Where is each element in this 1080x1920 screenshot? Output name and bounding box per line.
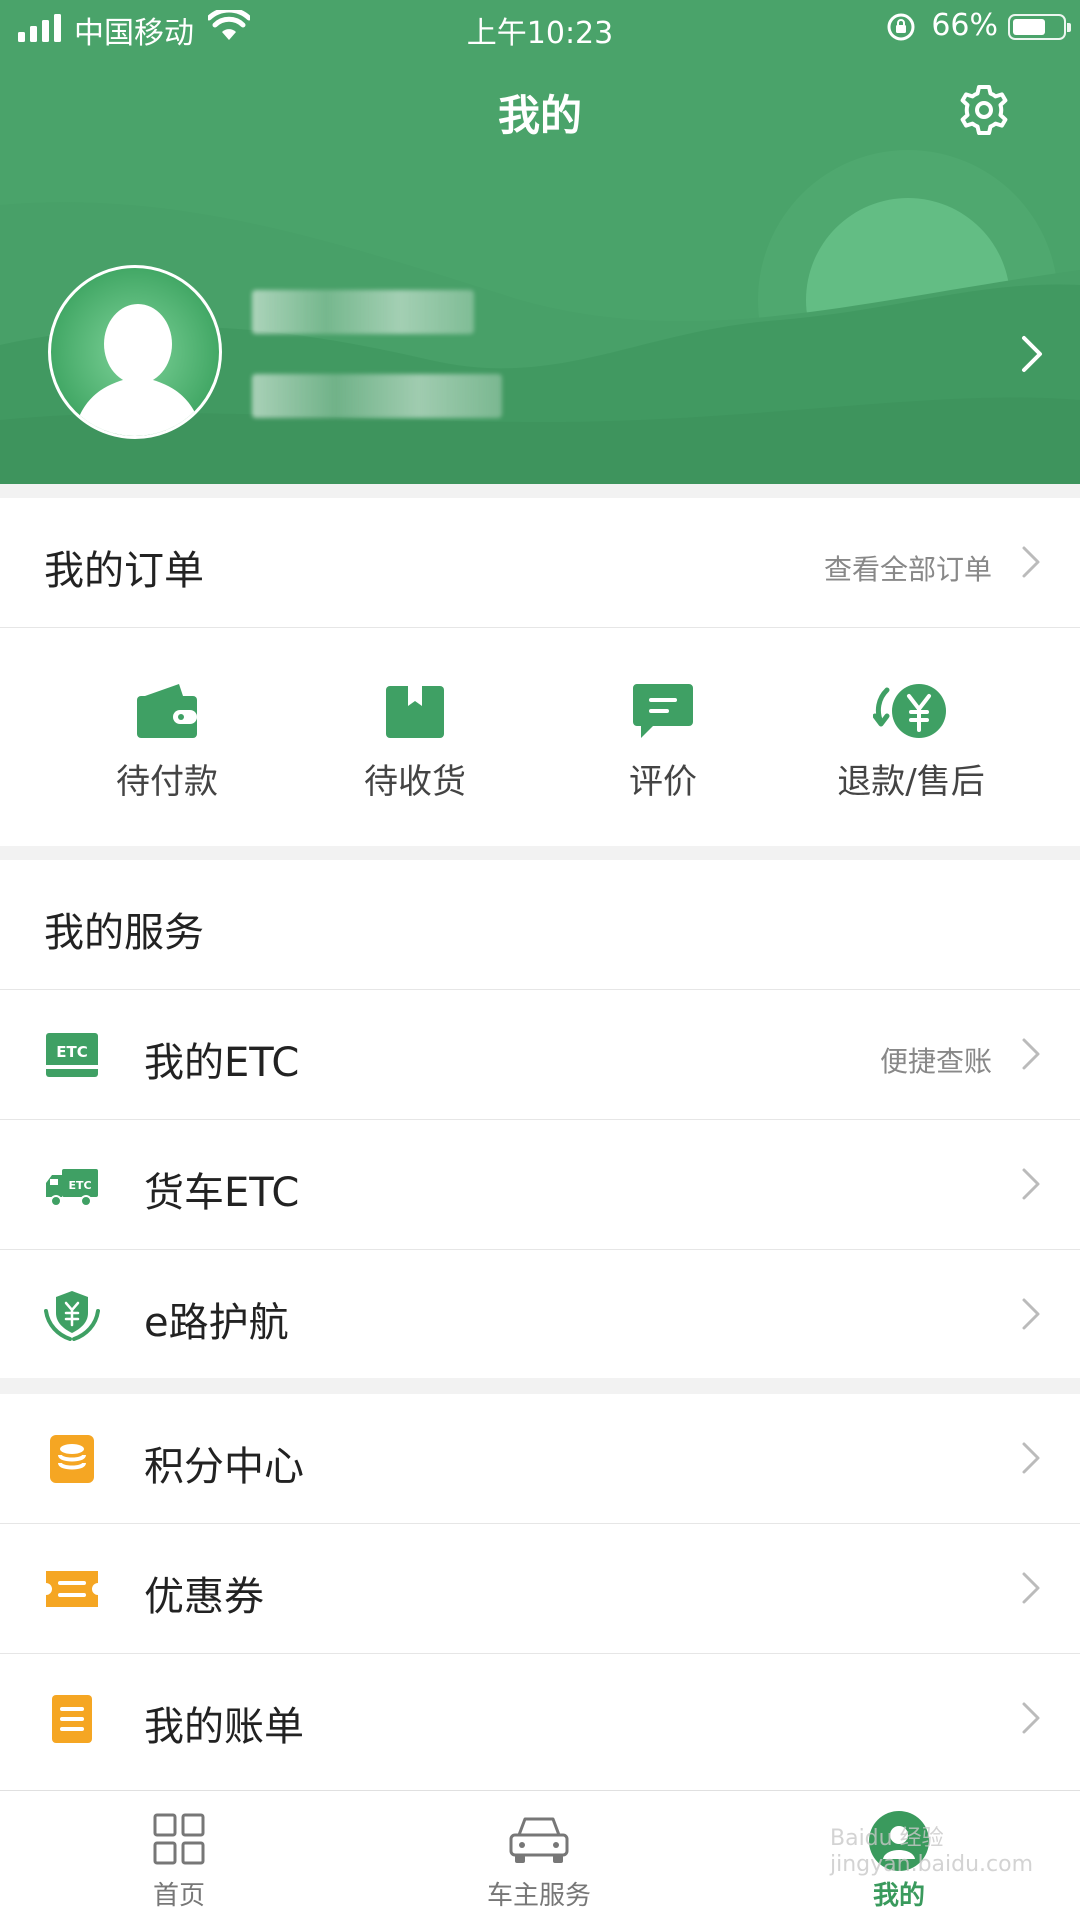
tab-owner-services[interactable]: 车主服务 xyxy=(439,1791,639,1920)
row-label: 优惠券 xyxy=(144,1574,264,1620)
profile-header: 中国移动 上午10:23 66% 我的 xyxy=(0,0,1080,484)
comment-icon xyxy=(633,684,693,738)
order-item-label: 待收货 xyxy=(364,762,466,802)
coupon-icon xyxy=(46,1571,98,1607)
divider xyxy=(0,627,1080,628)
profile-chevron-right-icon[interactable] xyxy=(1018,334,1046,374)
row-coupons[interactable]: 优惠券 xyxy=(0,1524,1080,1654)
service-row-truck-etc[interactable]: ETC 货车ETC xyxy=(0,1120,1080,1250)
default-user-silhouette-icon xyxy=(73,304,203,436)
service-label: 我的ETC xyxy=(144,1040,300,1086)
coins-icon xyxy=(50,1435,94,1483)
username-blurred xyxy=(252,290,474,334)
order-review[interactable]: 评价 xyxy=(539,682,787,803)
row-label: 我的账单 xyxy=(144,1704,304,1750)
status-bar: 中国移动 上午10:23 66% xyxy=(0,0,1080,56)
service-label: e路护航 xyxy=(144,1300,289,1346)
car-icon xyxy=(509,1817,569,1863)
row-label: 积分中心 xyxy=(144,1444,304,1490)
page-title: 我的 xyxy=(497,91,582,140)
avatar[interactable] xyxy=(48,265,222,439)
order-pending-payment[interactable]: 待付款 xyxy=(43,682,291,803)
phone-number-blurred xyxy=(252,374,502,418)
service-note: 便捷查账 xyxy=(879,1045,992,1078)
battery-percentage: 66% xyxy=(931,8,998,43)
order-item-label: 退款/售后 xyxy=(837,762,985,802)
chevron-right-icon xyxy=(1022,1702,1040,1734)
battery-icon xyxy=(1008,14,1071,40)
etc-card-icon: ETC xyxy=(46,1033,98,1077)
chevron-right-icon[interactable] xyxy=(1020,544,1042,580)
svg-text:ETC: ETC xyxy=(56,1043,88,1061)
tab-label: 首页 xyxy=(152,1881,205,1911)
tab-home[interactable]: 首页 xyxy=(79,1791,279,1920)
settings-gear-icon[interactable] xyxy=(958,84,1010,136)
refund-icon xyxy=(873,684,946,738)
orders-title: 我的订单 xyxy=(44,548,204,594)
tab-label: 我的 xyxy=(872,1881,925,1911)
order-pending-receipt[interactable]: 待收货 xyxy=(291,682,539,803)
row-my-bills[interactable]: 我的账单 xyxy=(0,1654,1080,1784)
truck-etc-icon: ETC xyxy=(46,1169,98,1207)
shield-hands-icon xyxy=(44,1291,100,1341)
service-row-my-etc[interactable]: ETC 我的ETC 便捷查账 xyxy=(0,990,1080,1120)
chevron-right-icon xyxy=(1022,1038,1040,1070)
wallet-icon xyxy=(137,684,197,738)
view-all-orders-link[interactable]: 查看全部订单 xyxy=(824,548,992,588)
row-points-center[interactable]: 积分中心 xyxy=(0,1394,1080,1524)
order-refund-aftersale[interactable]: 退款/售后 xyxy=(787,682,1035,803)
service-row-e-road-escort[interactable]: e路护航 xyxy=(0,1250,1080,1380)
chevron-right-icon xyxy=(1022,1298,1040,1330)
chevron-right-icon xyxy=(1022,1168,1040,1200)
status-time: 上午10:23 xyxy=(466,16,614,51)
chevron-right-icon xyxy=(1022,1442,1040,1474)
watermark: Baidu 经验 jingyan.baidu.com xyxy=(830,1826,1034,1877)
order-item-label: 评价 xyxy=(629,762,697,802)
profile-page: 中国移动 上午10:23 66% 我的 我的订单 查看全部订单 待付款 待收货 … xyxy=(0,0,1080,1920)
services-title: 我的服务 xyxy=(44,910,204,956)
service-label: 货车ETC xyxy=(144,1170,300,1216)
bill-icon xyxy=(52,1695,92,1743)
rotation-lock-icon xyxy=(887,13,915,41)
svg-text:ETC: ETC xyxy=(68,1179,91,1192)
tab-label: 车主服务 xyxy=(486,1881,591,1911)
grid-icon xyxy=(153,1813,205,1865)
package-icon xyxy=(386,686,444,738)
order-item-label: 待付款 xyxy=(116,762,218,802)
chevron-right-icon xyxy=(1022,1572,1040,1604)
